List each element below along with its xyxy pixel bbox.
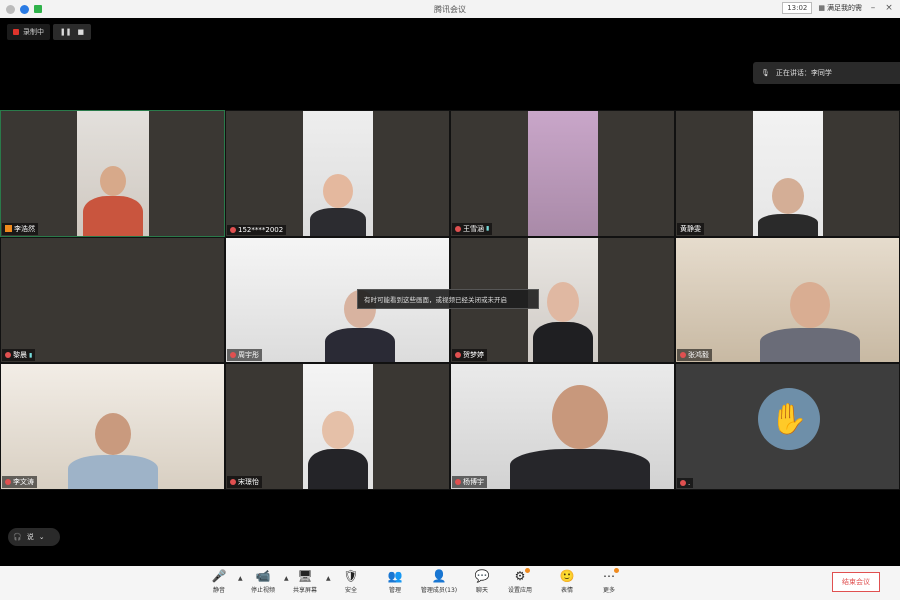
mic-muted-icon	[455, 225, 461, 232]
recording-badge[interactable]: 录制中	[7, 24, 50, 40]
signal-icon: ▮	[29, 351, 33, 359]
participant-name: 李文涛	[2, 475, 37, 488]
stop-recording-button[interactable]: ■	[78, 28, 85, 36]
caret-up-icon[interactable]: ▲	[238, 575, 243, 582]
signal-icon: ▮	[486, 225, 490, 233]
mic-muted-icon	[5, 478, 11, 485]
camera-icon: 📹	[255, 569, 271, 583]
participant-video	[451, 364, 674, 489]
participant-video	[77, 111, 149, 236]
meeting-toolbar: 🎤 静音 ▲ 📹 停止视频 ▲ 🖥 共享屏幕 ▲ 🛡 安全 👥 管理 👤 管理成…	[0, 566, 900, 600]
participant-video	[1, 364, 224, 489]
screen-share-icon: 🖥	[297, 569, 313, 583]
grid-view-icon: ▦	[818, 4, 825, 12]
participant-name: .	[677, 477, 694, 488]
group-icon: 👥	[387, 569, 403, 583]
end-meeting-button[interactable]: 结束会议	[832, 572, 880, 592]
manage-members-button[interactable]: 👤 管理成员(13)	[415, 569, 463, 594]
notification-dot-icon	[614, 568, 619, 573]
participant-video	[528, 111, 598, 236]
window-title: 腾讯会议	[434, 4, 466, 14]
hand-avatar-icon: ✋	[758, 388, 820, 451]
security-button[interactable]: 🛡 安全	[331, 569, 371, 594]
video-tile[interactable]: 152****2002	[225, 110, 450, 237]
share-screen-button[interactable]: 🖥 共享屏幕	[285, 569, 325, 594]
mic-muted-icon	[455, 352, 461, 359]
chat-button[interactable]: 💬 聊天	[462, 569, 502, 594]
participant-name: 杨博宇	[452, 475, 487, 488]
participant-name: 宋璟怡	[227, 475, 262, 488]
microphone-icon: 🎤	[211, 569, 227, 583]
participant-name: 黄静雯	[677, 222, 704, 235]
speaking-indicator: 🎙 正在讲话：李同学	[753, 62, 900, 84]
participant-name: 王雪涵 ▮	[452, 222, 493, 235]
info-tooltip: 有时可能看到这些画面，或视频已经关闭或未开启	[357, 289, 539, 309]
mic-muted-icon	[230, 352, 236, 359]
mic-muted-icon	[455, 478, 461, 485]
signal-icon[interactable]	[34, 4, 42, 13]
participant-video	[676, 237, 899, 363]
caret-up-icon[interactable]: ▲	[326, 575, 331, 582]
participant-video	[753, 111, 823, 236]
manage-button[interactable]: 👥 管理	[375, 569, 415, 594]
participant-name: 152****2002	[227, 224, 287, 235]
smiley-icon: 🙂	[559, 569, 575, 583]
person-icon: 👤	[431, 569, 447, 583]
recording-bar: 录制中 ❚❚ ■	[7, 24, 91, 40]
close-button[interactable]: ×	[884, 3, 894, 13]
gear-icon: ⚙	[514, 569, 526, 583]
notification-dot-icon	[525, 568, 530, 573]
title-bar: 腾讯会议 13:02 ▦ 满足我的需 – ×	[0, 0, 900, 18]
audio-indicator[interactable]: 🎧 说 ⌄	[8, 528, 60, 546]
mute-button[interactable]: 🎤 静音	[199, 569, 239, 594]
participant-name: 黎晨 ▮	[2, 349, 36, 362]
participant-video	[303, 111, 373, 236]
video-tile[interactable]: 张鸿毅	[675, 236, 900, 364]
stop-video-button[interactable]: 📹 停止视频	[243, 569, 283, 594]
headset-icon: 🎧	[13, 533, 22, 541]
speaking-mic-icon	[5, 225, 12, 233]
video-tile[interactable]: 李浩然	[0, 110, 225, 237]
video-tile[interactable]: 杨博宇	[450, 363, 675, 490]
minimize-button[interactable]: –	[868, 3, 878, 13]
chat-icon: 💬	[474, 569, 490, 583]
more-dots-icon: ⋯	[603, 569, 615, 583]
video-tile[interactable]: 李文涛	[0, 363, 225, 490]
view-link[interactable]: ▦ 满足我的需	[818, 3, 862, 13]
mic-muted-icon	[680, 352, 686, 359]
meeting-timer: 13:02	[782, 2, 813, 14]
window-dot-icon[interactable]	[6, 4, 15, 14]
mic-muted-icon	[5, 352, 11, 359]
shield-icon: 🛡	[343, 569, 359, 583]
participant-name: 贺梦婷	[452, 349, 487, 362]
participant-name: 张鸿毅	[677, 349, 712, 362]
mic-muted-icon	[680, 479, 686, 486]
mic-muted-icon	[230, 478, 236, 485]
apps-button[interactable]: ⚙ 设置应用	[500, 568, 540, 594]
participant-video	[303, 364, 373, 489]
video-tile[interactable]: 黎晨 ▮	[0, 236, 225, 364]
mic-muted-icon	[230, 226, 236, 233]
video-tile[interactable]: 王雪涵 ▮	[450, 110, 675, 237]
video-tile[interactable]: 宋璟怡	[225, 363, 450, 490]
participant-name: 周宇彤	[227, 349, 262, 362]
microphone-icon: 🎙	[761, 69, 770, 77]
video-tile[interactable]: ✋ .	[675, 363, 900, 490]
more-button[interactable]: ⋯ 更多	[589, 568, 629, 594]
reactions-button[interactable]: 🙂 表情	[547, 569, 587, 594]
participant-name: 李浩然	[2, 222, 38, 235]
pause-recording-button[interactable]: ❚❚	[60, 28, 72, 36]
recording-controls: ❚❚ ■	[53, 24, 91, 40]
record-icon	[13, 29, 19, 35]
video-tile[interactable]: 黄静雯	[675, 110, 900, 237]
info-icon[interactable]	[20, 4, 29, 14]
chevron-down-icon: ⌄	[38, 533, 45, 541]
